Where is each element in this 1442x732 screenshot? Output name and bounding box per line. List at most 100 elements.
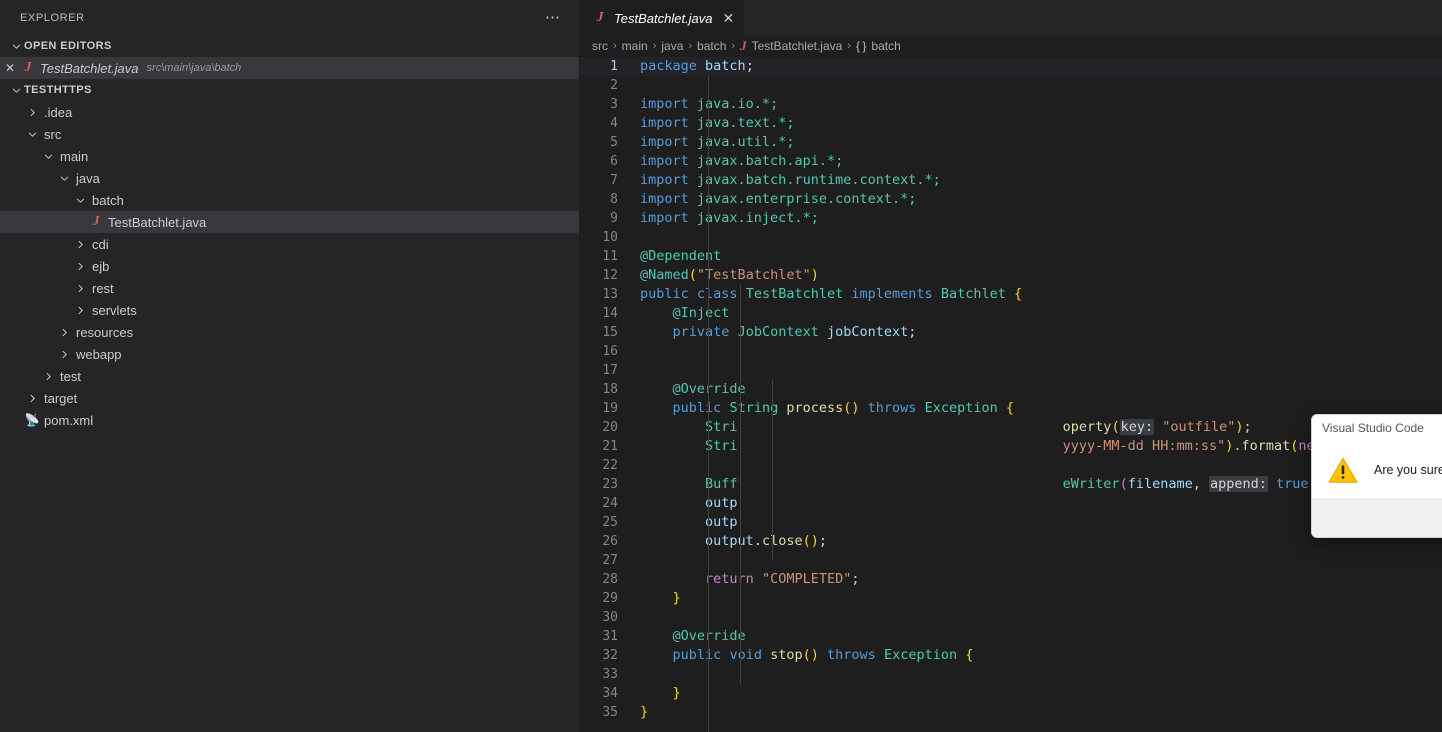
tree-item-label: .idea	[44, 104, 73, 120]
tab-testbatchlet-java[interactable]: J TestBatchlet.java ✕	[580, 0, 745, 35]
chevron-right-icon[interactable]	[56, 346, 72, 362]
line-number: 20	[602, 420, 618, 435]
tree-item-src[interactable]: src	[0, 123, 579, 145]
line-number: 27	[602, 553, 618, 568]
chevron-right-icon[interactable]	[72, 302, 88, 318]
code-editor[interactable]: 1 package batch; 2 3 import java.io.*; 4 impor…	[580, 57, 1442, 732]
code-token: )	[1235, 419, 1244, 435]
breadcrumb-item[interactable]: src	[592, 39, 608, 53]
tree-item-ejb[interactable]: ejb	[0, 255, 579, 277]
chevron-right-icon[interactable]	[24, 390, 40, 406]
tree-item-rest[interactable]: rest	[0, 277, 579, 299]
code-text[interactable]: import javax.batch.api.*;	[640, 152, 1442, 171]
open-editor-item[interactable]: ✕ J TestBatchlet.java src\main\java\batc…	[0, 57, 579, 79]
chevron-right-icon[interactable]	[72, 258, 88, 274]
tree-item-resources[interactable]: resources	[0, 321, 579, 343]
code-token: import	[640, 134, 689, 150]
close-icon[interactable]: ✕	[723, 11, 735, 25]
line-number: 34	[602, 686, 618, 701]
code-text[interactable]: }	[640, 589, 1442, 608]
code-text[interactable]: @Inject	[640, 304, 1442, 323]
chevron-right-icon[interactable]	[72, 280, 88, 296]
breadcrumb-item[interactable]: batch	[697, 39, 726, 53]
breadcrumb-item[interactable]: TestBatchlet.java	[752, 39, 843, 53]
tree-item-pom-xml[interactable]: 📡 pom.xml	[0, 409, 579, 431]
tree-item-java[interactable]: java	[0, 167, 579, 189]
code-line: 27	[580, 551, 1442, 570]
tree-item-cdi[interactable]: cdi	[0, 233, 579, 255]
chevron-down-icon[interactable]	[40, 148, 56, 164]
line-number: 5	[610, 135, 618, 150]
line-number: 35	[602, 705, 618, 720]
chevron-right-icon[interactable]	[40, 368, 56, 384]
code-token: }	[640, 704, 649, 720]
code-token: return	[705, 571, 754, 587]
code-token: eWriter	[1062, 476, 1120, 492]
code-token: Stri	[705, 419, 738, 435]
code-text[interactable]: return "COMPLETED";	[640, 570, 1442, 589]
breadcrumb-item[interactable]: main	[622, 39, 648, 53]
chevron-down-icon[interactable]	[56, 170, 72, 186]
tree-item-label: resources	[76, 324, 134, 340]
chevron-right-icon[interactable]	[56, 324, 72, 340]
editor-tabbar: J TestBatchlet.java ✕	[580, 0, 1442, 35]
tree-item-target[interactable]: target	[0, 387, 579, 409]
line-number: 13	[602, 287, 618, 302]
line-number: 2	[610, 78, 618, 93]
chevron-right-icon: ›	[847, 40, 851, 52]
chevron-down-icon[interactable]	[24, 126, 40, 142]
code-text[interactable]: @Named("TestBatchlet")	[640, 266, 1442, 285]
editor-pane: J TestBatchlet.java ✕ src › main › java › batc…	[580, 0, 1442, 732]
code-text[interactable]: import javax.inject.*;	[640, 209, 1442, 228]
code-token: append:	[1209, 476, 1268, 492]
code-token: key:	[1119, 419, 1155, 435]
tree-item-servlets[interactable]: servlets	[0, 299, 579, 321]
breadcrumb-item[interactable]: batch	[871, 39, 900, 53]
code-text[interactable]: @Override	[640, 627, 1442, 646]
code-text[interactable]: package batch;	[640, 57, 1442, 76]
tree-item--idea[interactable]: .idea	[0, 101, 579, 123]
chevron-right-icon[interactable]	[72, 236, 88, 252]
code-token: Batchlet	[940, 286, 1006, 302]
code-text[interactable]: import java.util.*;	[640, 133, 1442, 152]
code-line: 5 import java.util.*;	[580, 133, 1442, 152]
code-text[interactable]: import java.io.*;	[640, 95, 1442, 114]
code-text[interactable]: public class TestBatchlet implements Bat…	[640, 285, 1442, 304]
chevron-right-icon[interactable]	[24, 104, 40, 120]
code-text[interactable]: @Override	[640, 380, 1442, 399]
code-token: "TestBatchlet"	[696, 267, 811, 283]
code-token: "COMPLETED"	[761, 571, 852, 587]
code-text[interactable]: import javax.enterprise.context.*;	[640, 190, 1442, 209]
code-text[interactable]: private JobContext jobContext;	[640, 323, 1442, 342]
open-editors-section-header[interactable]: OPEN EDITORS	[0, 35, 579, 57]
tree-item-label: src	[44, 126, 62, 142]
ellipsis-icon[interactable]: ⋯	[545, 10, 561, 25]
close-icon[interactable]: ✕	[0, 61, 20, 75]
code-text[interactable]: }	[640, 703, 1442, 722]
tree-item-testbatchlet-java[interactable]: J TestBatchlet.java	[0, 211, 579, 233]
open-editor-filename: TestBatchlet.java	[40, 60, 139, 76]
workspace-section-header[interactable]: TESTHTTPS	[0, 79, 579, 101]
tree-item-batch[interactable]: batch	[0, 189, 579, 211]
explorer-sidebar: EXPLORER ⋯ OPEN EDITORS ✕ J TestBatchlet…	[0, 0, 580, 732]
code-text[interactable]: import java.text.*;	[640, 114, 1442, 133]
code-token: ;	[745, 58, 754, 74]
tree-item-main[interactable]: main	[0, 145, 579, 167]
code-token: implements	[851, 286, 933, 302]
code-text[interactable]: @Dependent	[640, 247, 1442, 266]
code-text[interactable]: public void stop() throws Exception {	[640, 646, 1442, 665]
code-text[interactable]: }	[640, 684, 1442, 703]
code-token: (	[1111, 419, 1120, 435]
tree-item-webapp[interactable]: webapp	[0, 343, 579, 365]
tree-item-test[interactable]: test	[0, 365, 579, 387]
code-token: TestBatchlet	[745, 286, 844, 302]
code-token: class	[696, 286, 738, 302]
code-text[interactable]: import javax.batch.runtime.context.*;	[640, 171, 1442, 190]
breadcrumb-item[interactable]: java	[661, 39, 683, 53]
chevron-down-icon[interactable]	[72, 192, 88, 208]
